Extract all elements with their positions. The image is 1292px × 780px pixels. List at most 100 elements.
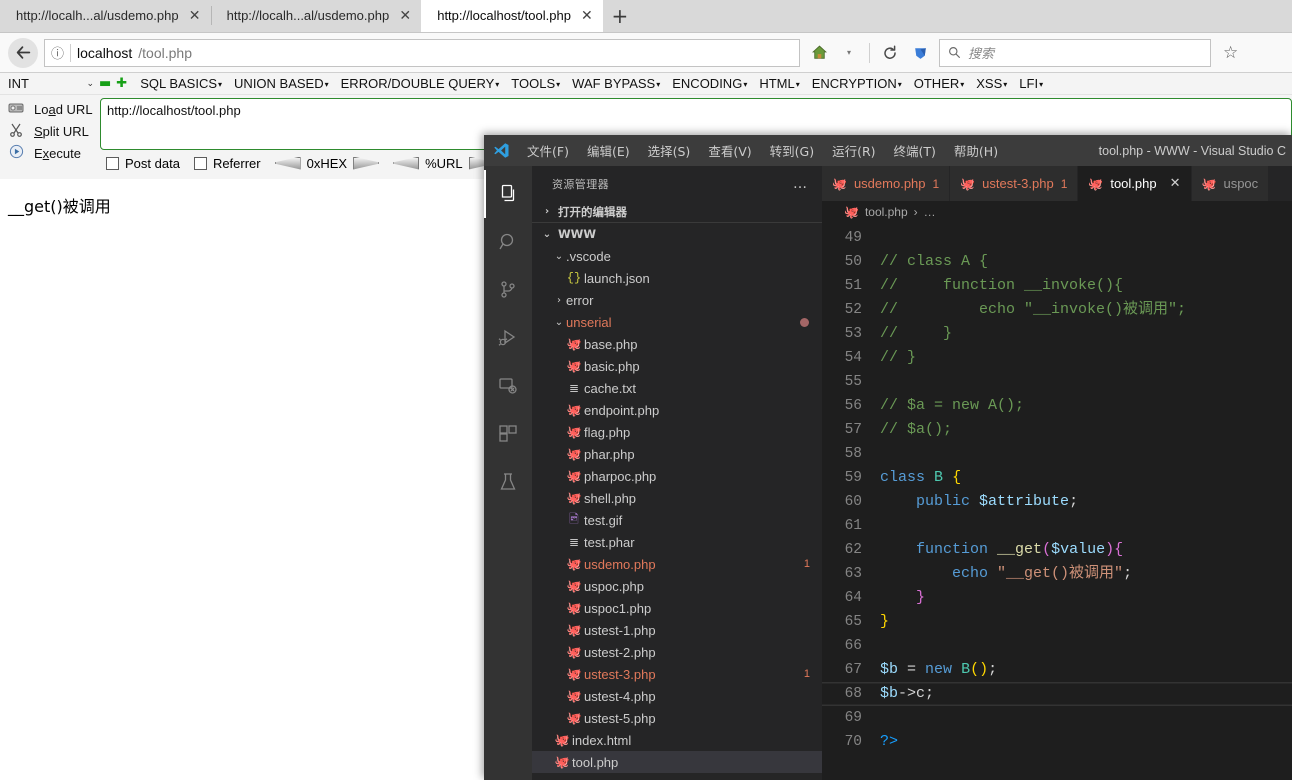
new-tab-button[interactable]: + [602,0,637,32]
hackbar-menu-xss[interactable]: XSS▾ [970,76,1013,91]
menu-view[interactable]: 查看(V) [699,139,760,162]
hackbar-menu-encryption[interactable]: ENCRYPTION▾ [806,76,908,91]
tree-file-index.html[interactable]: 🐙 index.html [532,729,822,751]
code-line-61[interactable]: 61 [822,514,1292,538]
editor-tab-ustest-3.php[interactable]: 🐙 ustest-3.php 1 [950,166,1079,201]
tree-file-ustest-1.php[interactable]: 🐙 ustest-1.php [532,619,822,641]
editor-tab-tool.php[interactable]: 🐙 tool.php ✕ [1078,166,1192,201]
code-editor[interactable]: 49 50 // class A {51 // function __invoke()… [822,223,1292,780]
tree-file-basic.php[interactable]: 🐙 basic.php [532,355,822,377]
tree-file-uspoc.php[interactable]: 🐙 uspoc.php [532,575,822,597]
tree-file-endpoint.php[interactable]: 🐙 endpoint.php [532,399,822,421]
split-url-button[interactable]: Split URL [0,120,100,142]
code-line-52[interactable]: 52 // echo "__invoke()被调用"; [822,298,1292,322]
tree-file-ustest-4.php[interactable]: 🐙 ustest-4.php [532,685,822,707]
extensions-icon[interactable] [484,410,532,458]
tree-folder-unserial[interactable]: ⌄ unserial [532,311,822,333]
hackbar-menu-sql-basics[interactable]: SQL BASICS▾ [134,76,228,91]
hackbar-menu-error-double-query[interactable]: ERROR/DOUBLE QUERY▾ [335,76,506,91]
breadcrumb-rest[interactable]: … [924,205,936,219]
tree-file-usdemo.php[interactable]: 🐙 usdemo.php 1 [532,553,822,575]
code-line-63[interactable]: 63 echo "__get()被调用"; [822,562,1292,586]
close-icon[interactable]: ✕ [577,6,597,26]
menu-file[interactable]: 文件(F) [518,139,578,162]
tree-file-test.gif[interactable]: 🖻 test.gif [532,509,822,531]
code-line-68[interactable]: 68 $b->c; [822,682,1292,706]
tree-file-launch.json[interactable]: {} launch.json [532,267,822,289]
code-line-57[interactable]: 57 // $a(); [822,418,1292,442]
code-line-49[interactable]: 49 [822,226,1292,250]
tree-file-phar.php[interactable]: 🐙 phar.php [532,443,822,465]
code-line-67[interactable]: 67 $b = new B(); [822,658,1292,682]
remote-explorer-icon[interactable] [484,362,532,410]
chevron-down-icon[interactable]: ▾ [836,40,862,66]
breadcrumb-file[interactable]: tool.php [865,205,908,219]
tree-file-tool.php[interactable]: 🐙 tool.php [532,751,822,773]
code-line-56[interactable]: 56 // $a = new A(); [822,394,1292,418]
home-icon[interactable] [806,40,832,66]
tree-folder-.vscode[interactable]: ⌄ .vscode [532,245,822,267]
run-debug-icon[interactable] [484,314,532,362]
tree-file-shell.php[interactable]: 🐙 shell.php [532,487,822,509]
editor-tab-usdemo.php[interactable]: 🐙 usdemo.php 1 [822,166,951,201]
code-line-69[interactable]: 69 [822,706,1292,730]
tree-file-pharpoc.php[interactable]: 🐙 pharpoc.php [532,465,822,487]
hackbar-menu-other[interactable]: OTHER▾ [908,76,971,91]
hackbar-menu-waf-bypass[interactable]: WAF BYPASS▾ [566,76,666,91]
code-line-54[interactable]: 54 // } [822,346,1292,370]
explorer-icon[interactable] [484,170,532,218]
hackbar-menu-encoding[interactable]: ENCODING▾ [666,76,753,91]
minus-icon[interactable]: ▬ [99,77,111,90]
hackbar-menu-tools[interactable]: TOOLS▾ [505,76,566,91]
editor-tab-uspoc[interactable]: 🐙 uspoc [1191,166,1270,201]
tree-file-test.phar[interactable]: ≣ test.phar [532,531,822,553]
section-open-editors[interactable]: › 打开的编辑器 [532,201,822,223]
close-icon[interactable]: ✕ [1170,176,1181,191]
url-bar[interactable]: ⓘ localhost/tool.php [44,38,800,67]
bookmark-star-icon[interactable]: ☆ [1217,43,1244,63]
arrow-right-icon[interactable] [353,156,380,170]
hex-encode-group[interactable]: 0xHEX [274,156,380,171]
tree-file-ustest-3.php[interactable]: 🐙 ustest-3.php 1 [532,663,822,685]
search-bar[interactable]: 搜索 [939,38,1211,67]
tree-file-flag.php[interactable]: 🐙 flag.php [532,421,822,443]
close-icon[interactable]: ✕ [185,6,205,26]
arrow-left-icon[interactable] [274,156,301,170]
code-line-58[interactable]: 58 [822,442,1292,466]
browser-tab-1[interactable]: http://localh...al/usdemo.php ✕ [0,0,211,32]
menu-go[interactable]: 转到(G) [761,139,823,162]
arrow-left-icon[interactable] [393,156,420,170]
execute-button[interactable]: Execute [0,142,100,164]
code-line-59[interactable]: 59 class B { [822,466,1292,490]
code-line-53[interactable]: 53 // } [822,322,1292,346]
close-icon[interactable]: ✕ [395,6,415,26]
more-actions-icon[interactable]: … [793,176,808,192]
code-line-65[interactable]: 65} [822,610,1292,634]
menu-edit[interactable]: 编辑(E) [578,139,639,162]
tree-file-uspoc1.php[interactable]: 🐙 uspoc1.php [532,597,822,619]
code-line-62[interactable]: 62 function __get($value){ [822,538,1292,562]
tree-file-ustest-2.php[interactable]: 🐙 ustest-2.php [532,641,822,663]
url-encode-group[interactable]: %URL [393,156,495,171]
menu-run[interactable]: 运行(R) [823,139,884,162]
tree-file-ustest-5.php[interactable]: 🐙 ustest-5.php [532,707,822,729]
tree-file-cache.txt[interactable]: ≣ cache.txt [532,377,822,399]
hackbar-menu-html[interactable]: HTML▾ [753,76,805,91]
back-button[interactable] [8,37,38,68]
testing-icon[interactable] [484,458,532,506]
code-line-70[interactable]: 70 ?> [822,730,1292,754]
tree-folder-error[interactable]: › error [532,289,822,311]
code-line-60[interactable]: 60 public $attribute; [822,490,1292,514]
section-workspace-root[interactable]: ⌄ WWW [532,223,822,245]
hackbar-menu-lfi[interactable]: LFI▾ [1013,76,1049,91]
menu-selection[interactable]: 选择(S) [639,139,700,162]
browser-tab-2[interactable]: http://localh...al/usdemo.php ✕ [210,0,422,32]
code-line-66[interactable]: 66 [822,634,1292,658]
referrer-checkbox[interactable]: Referrer [193,156,261,171]
code-line-50[interactable]: 50 // class A { [822,250,1292,274]
plus-icon[interactable]: ✚ [116,77,127,90]
code-line-64[interactable]: 64 } [822,586,1292,610]
hackbar-type-select[interactable]: INT ⌄ [4,75,96,93]
hackbar-menu-union-based[interactable]: UNION BASED▾ [228,76,335,91]
code-line-55[interactable]: 55 [822,370,1292,394]
